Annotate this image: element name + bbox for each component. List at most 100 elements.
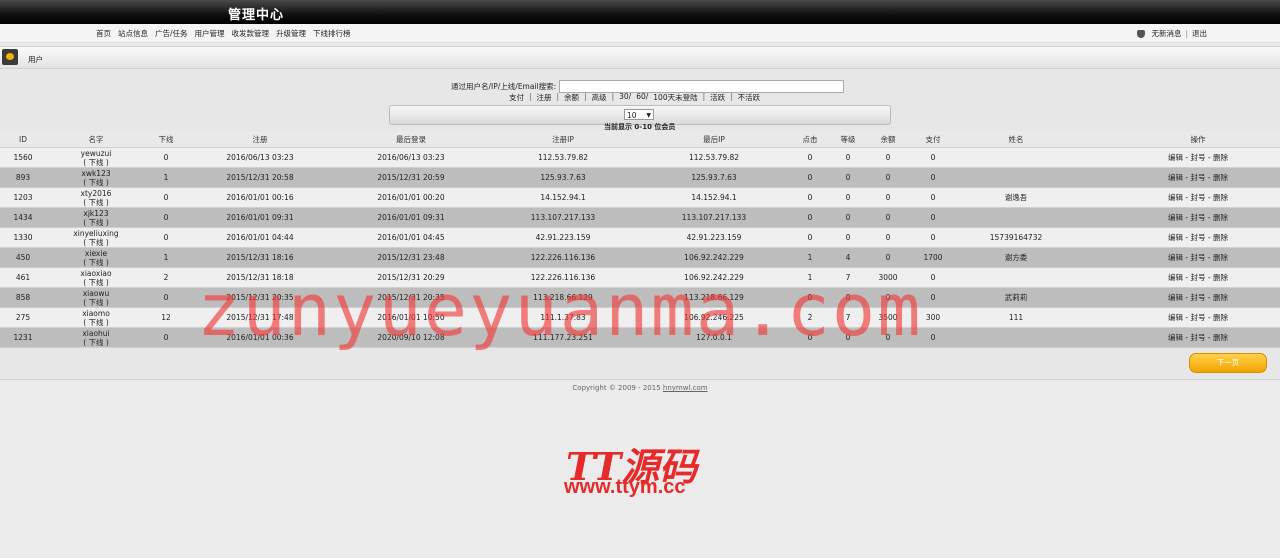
downline-link[interactable]: ( 下线 ) [46,278,146,287]
nav-link[interactable]: 升级管理 [276,28,306,39]
downline-link[interactable]: ( 下线 ) [46,298,146,307]
cell-downline: 0 [146,327,186,348]
edit-link[interactable]: 编辑 [1168,233,1183,242]
cell-balance: 0 [866,167,910,188]
user-name[interactable]: xjk123 [46,209,146,218]
delete-link[interactable]: 删除 [1213,193,1228,202]
ban-link[interactable]: 封号 [1191,213,1206,222]
filter-separator: | [529,92,532,101]
filter-link[interactable]: 支付 [509,92,524,103]
delete-link[interactable]: 删除 [1213,233,1228,242]
downline-link[interactable]: ( 下线 ) [46,178,146,187]
filter-separator: | [611,92,615,101]
nav-link[interactable]: 下线排行榜 [313,28,351,39]
copyright-text: Copyright © 2009 - 2015 [572,384,661,392]
filter-link[interactable]: 余额 [564,92,579,103]
edit-link[interactable]: 编辑 [1168,193,1183,202]
filter-link[interactable]: 注册 [537,92,552,103]
users-table: ID 名字 下线 注册 最后登录 注册IP 最后IP 点击 等级 余额 支付 姓名 操作 1560 yew… [0,131,1280,348]
cell-reg-ip: 125.93.7.63 [488,167,638,188]
op-separator: - [1185,273,1189,282]
nav-link[interactable]: 收发款管理 [232,28,270,39]
ban-link[interactable]: 封号 [1191,173,1206,182]
user-name[interactable]: xiaowu [46,289,146,298]
filter-link[interactable]: 活跃 [710,92,725,103]
cell-realname [956,167,1076,188]
cell-reg: 2016/01/01 04:44 [186,227,334,248]
row-actions: 编辑 - 封号 - 删除 [1076,307,1280,328]
downline-link[interactable]: ( 下线 ) [46,218,146,227]
filter-link[interactable]: 60/ [636,92,648,103]
cell-paid: 300 [910,307,956,328]
nav-link[interactable]: 站点信息 [118,28,148,39]
edit-link[interactable]: 编辑 [1168,293,1183,302]
ban-link[interactable]: 封号 [1191,293,1206,302]
nav-link[interactable]: 广告/任务 [155,28,188,39]
downline-link[interactable]: ( 下线 ) [46,198,146,207]
cell-last-ip: 113.218.66.129 [638,287,790,308]
delete-link[interactable]: 删除 [1213,173,1228,182]
user-name[interactable]: xiaomo [46,309,146,318]
ban-link[interactable]: 封号 [1191,193,1206,202]
edit-link[interactable]: 编辑 [1168,173,1183,182]
ban-link[interactable]: 封号 [1191,313,1206,322]
ban-link[interactable]: 封号 [1191,333,1206,342]
user-name[interactable]: xty2016 [46,189,146,198]
delete-link[interactable]: 删除 [1213,213,1228,222]
edit-link[interactable]: 编辑 [1168,153,1183,162]
logout-link[interactable]: 退出 [1192,28,1207,39]
ban-link[interactable]: 封号 [1191,233,1206,242]
edit-link[interactable]: 编辑 [1168,273,1183,282]
delete-link[interactable]: 删除 [1213,293,1228,302]
nav-link[interactable]: 首页 [96,28,111,39]
edit-link[interactable]: 编辑 [1168,333,1183,342]
cell-realname [956,327,1076,348]
delete-link[interactable]: 删除 [1213,313,1228,322]
filter-link[interactable]: 100天未登陆 [653,92,697,103]
nav-link[interactable]: 用户管理 [195,28,225,39]
downline-link[interactable]: ( 下线 ) [46,258,146,267]
cell-balance: 0 [866,287,910,308]
downline-link[interactable]: ( 下线 ) [46,158,146,167]
cell-balance: 3500 [866,307,910,328]
op-separator: - [1185,213,1189,222]
delete-link[interactable]: 删除 [1213,273,1228,282]
row-actions: 编辑 - 封号 - 删除 [1076,247,1280,268]
user-name[interactable]: xiaohui [46,329,146,338]
edit-link[interactable]: 编辑 [1168,313,1183,322]
edit-link[interactable]: 编辑 [1168,213,1183,222]
user-name[interactable]: xwk123 [46,169,146,178]
filter-link[interactable]: 30/ [619,92,631,103]
user-name[interactable]: yewuzui [46,149,146,158]
user-name[interactable]: xiaoxiao [46,269,146,278]
cell-name: yewuzui( 下线 ) [46,147,146,168]
user-name[interactable]: xinyeliuxing [46,229,146,238]
ban-link[interactable]: 封号 [1191,153,1206,162]
next-page-button[interactable]: 下一页 [1189,353,1267,373]
cell-downline: 2 [146,267,186,288]
footer-link[interactable]: hnymwl.com [663,384,708,392]
messages-link[interactable]: 无新消息 [1151,28,1181,39]
delete-link[interactable]: 删除 [1213,333,1228,342]
cell-last-ip: 106.92.246.225 [638,307,790,328]
downline-link[interactable]: ( 下线 ) [46,318,146,327]
downline-link[interactable]: ( 下线 ) [46,238,146,247]
filter-link[interactable]: 高级 [592,92,607,103]
page-size-select[interactable]: 10 ▼ [624,109,654,120]
column-header: 注册IP [488,131,638,148]
edit-link[interactable]: 编辑 [1168,253,1183,262]
table-body: 1560 yewuzui( 下线 ) 0 2016/06/13 03:23 2016/0… [0,147,1280,348]
delete-link[interactable]: 删除 [1213,153,1228,162]
filter-link[interactable]: 不活跃 [738,92,761,103]
ban-link[interactable]: 封号 [1191,253,1206,262]
cell-last: 2016/01/01 00:20 [334,187,488,208]
delete-link[interactable]: 删除 [1213,253,1228,262]
table-row: 1330 xinyeliuxing( 下线 ) 0 2016/01/01 04:44 2… [0,227,1280,248]
footer: Copyright © 2009 - 2015 hnymwl.com [0,384,1280,392]
ban-link[interactable]: 封号 [1191,273,1206,282]
cell-downline: 0 [146,207,186,228]
cell-level: 7 [830,267,866,288]
downline-link[interactable]: ( 下线 ) [46,338,146,347]
op-separator: - [1207,193,1211,202]
user-name[interactable]: xiexie [46,249,146,258]
